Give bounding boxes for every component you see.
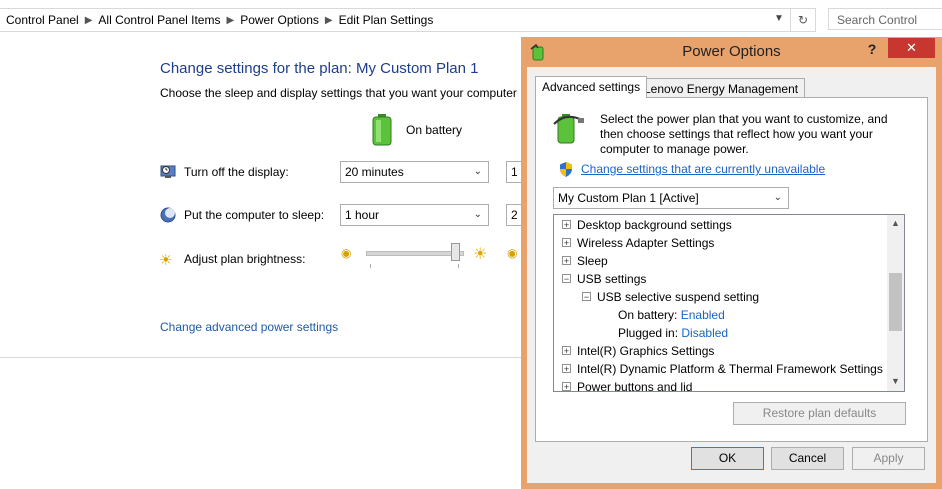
cancel-button[interactable]: Cancel: [771, 447, 844, 470]
on-battery-label: On battery: [406, 123, 463, 137]
apply-button[interactable]: Apply: [852, 447, 925, 470]
plan-select[interactable]: My Custom Plan 1 [Active] ⌄: [553, 187, 789, 209]
display-battery-value: 20 minutes: [345, 165, 404, 179]
breadcrumb[interactable]: Control Panel ▶ All Control Panel Items …: [0, 8, 791, 32]
description-line: then choose settings that reflect how yo…: [600, 127, 873, 141]
chevron-right-icon: ▶: [84, 14, 93, 26]
plugged-in-value[interactable]: Disabled: [681, 326, 728, 340]
tree-item-power-buttons[interactable]: + Power buttons and lid: [562, 378, 693, 392]
tree-item-wireless-adapter[interactable]: + Wireless Adapter Settings: [562, 234, 714, 252]
expand-icon[interactable]: +: [562, 256, 571, 266]
dialog-body: Advanced settings Lenovo Energy Manageme…: [527, 67, 936, 483]
breadcrumb-all-items[interactable]: All Control Panel Items: [92, 13, 226, 27]
tab-advanced-settings[interactable]: Advanced settings: [535, 76, 648, 98]
scroll-down-icon[interactable]: ▼: [891, 376, 900, 386]
brightness-slider[interactable]: [366, 251, 464, 256]
description-line: Select the power plan that you want to c…: [600, 112, 888, 126]
chevron-right-icon: ▶: [324, 14, 333, 26]
collapse-icon[interactable]: −: [582, 292, 591, 302]
chevron-down-icon: ⌄: [473, 166, 482, 177]
dim-brightness-icon: ◉: [341, 246, 352, 260]
tree-item-plugged-in[interactable]: Plugged in: Disabled: [618, 324, 728, 342]
chevron-right-icon: ▶: [226, 14, 235, 26]
expand-icon[interactable]: +: [562, 382, 571, 391]
tree-item-desktop-background[interactable]: + Desktop background settings: [562, 216, 732, 234]
dialog-description: Select the power plan that you want to c…: [600, 112, 888, 157]
sleep-battery-select[interactable]: 1 hour ⌄: [340, 204, 489, 226]
shield-icon: [559, 162, 573, 180]
history-dropdown-icon[interactable]: ▼: [774, 13, 784, 24]
brightness-icon: ☀: [159, 252, 173, 269]
refresh-icon[interactable]: ↻: [790, 8, 816, 32]
setting-label: On battery:: [618, 308, 678, 322]
sleep-label: Put the computer to sleep:: [184, 208, 325, 222]
chevron-down-icon: ⌄: [473, 209, 482, 220]
breadcrumb-power-options[interactable]: Power Options: [234, 13, 325, 27]
tree-item-sleep[interactable]: + Sleep: [562, 252, 608, 270]
tree-item-usb-suspend[interactable]: − USB selective suspend setting: [582, 288, 759, 306]
expand-icon[interactable]: +: [562, 346, 571, 356]
tree-item-label: Wireless Adapter Settings: [577, 236, 715, 250]
search-input[interactable]: Search Control Panel: [828, 8, 942, 49]
tree-item-label: Power buttons and lid: [577, 380, 693, 392]
scroll-up-icon[interactable]: ▲: [891, 218, 900, 228]
divider: [0, 357, 530, 358]
tree-item-on-battery[interactable]: On battery: Enabled: [618, 306, 725, 324]
page-subtitle: Choose the sleep and display settings th…: [160, 86, 520, 100]
ok-button[interactable]: OK: [691, 447, 764, 470]
tab-lenovo-energy[interactable]: Lenovo Energy Management: [637, 78, 806, 99]
description-line: computer to manage power.: [600, 142, 749, 156]
brightness-label: Adjust plan brightness:: [184, 252, 306, 266]
setting-label: Plugged in:: [618, 326, 679, 340]
sleep-battery-value: 1 hour: [345, 208, 380, 222]
tree-item-label: USB settings: [577, 272, 647, 286]
tree-item-intel-dptf[interactable]: + Intel(R) Dynamic Platform & Thermal Fra…: [562, 360, 883, 378]
page-title: Change settings for the plan: My Custom …: [160, 60, 479, 77]
battery-icon: [372, 114, 392, 149]
advanced-settings-link[interactable]: Change advanced power settings: [160, 320, 338, 334]
display-label: Turn off the display:: [184, 165, 289, 179]
display-battery-select[interactable]: 20 minutes ⌄: [340, 161, 489, 183]
brightness-slider-thumb[interactable]: [451, 243, 461, 261]
restore-defaults-button[interactable]: Restore plan defaults: [733, 402, 906, 425]
scrollbar-thumb[interactable]: [889, 273, 902, 331]
tree-item-label: Desktop background settings: [577, 218, 732, 232]
chevron-down-icon: ⌄: [773, 192, 782, 203]
expand-icon[interactable]: +: [562, 364, 571, 374]
tree-item-usb-settings[interactable]: − USB settings: [562, 270, 646, 288]
help-button[interactable]: ?: [863, 41, 881, 57]
sleep-icon: [160, 207, 176, 226]
on-battery-value[interactable]: Enabled: [681, 308, 725, 322]
breadcrumb-control-panel[interactable]: Control Panel: [0, 13, 85, 27]
slider-tick: [370, 264, 371, 268]
dim-brightness-icon-plugged: ◉: [507, 246, 518, 260]
settings-tree[interactable]: + Desktop background settings + Wireless A…: [553, 214, 905, 392]
tree-item-label: Intel(R) Dynamic Platform & Thermal Fram…: [577, 362, 883, 376]
tree-scrollbar[interactable]: ▲ ▼: [887, 215, 904, 391]
close-button[interactable]: ✕: [888, 38, 935, 58]
breadcrumb-edit-plan[interactable]: Edit Plan Settings: [333, 13, 440, 27]
display-icon: [160, 164, 176, 183]
plan-select-value: My Custom Plan 1 [Active]: [558, 191, 699, 205]
slider-tick: [458, 264, 459, 268]
collapse-icon[interactable]: −: [562, 274, 571, 284]
tree-item-intel-graphics[interactable]: + Intel(R) Graphics Settings: [562, 342, 714, 360]
power-plan-icon: [552, 110, 586, 149]
bright-brightness-icon: ☀: [473, 246, 488, 263]
expand-icon[interactable]: +: [562, 220, 571, 230]
change-unavailable-settings-link[interactable]: Change settings that are currently unava…: [581, 162, 825, 176]
tree-item-label: Intel(R) Graphics Settings: [577, 344, 715, 358]
tree-item-label: USB selective suspend setting: [597, 290, 760, 304]
power-options-dialog: Power Options ? ✕ Advanced settings Leno…: [521, 37, 942, 489]
tree-item-label: Sleep: [577, 254, 608, 268]
expand-icon[interactable]: +: [562, 238, 571, 248]
